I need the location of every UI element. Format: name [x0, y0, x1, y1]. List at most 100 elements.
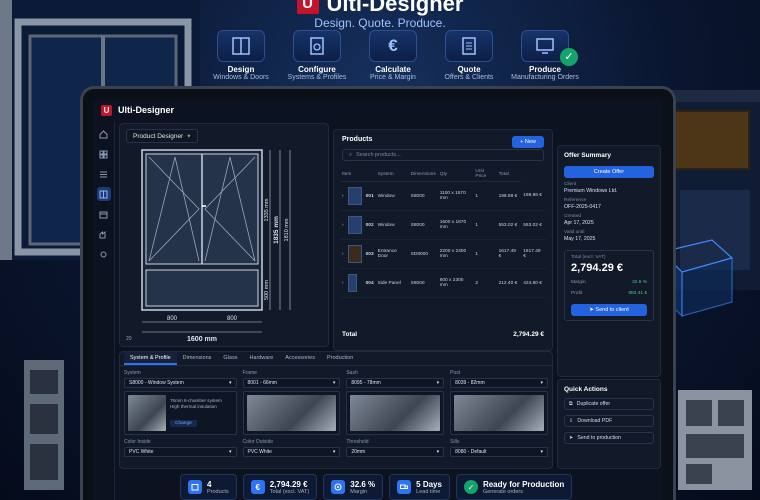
summary-total-box: Total (excl. VAT) 2,794.29 € Margin 32.6 … [564, 250, 654, 321]
profile-image [128, 395, 166, 431]
download-icon: ⇩ [569, 418, 574, 424]
step-quote: Quote Offers & Clients [434, 30, 504, 81]
dim-left-width: 800 [167, 316, 178, 322]
duplicate-offer-button[interactable]: ⧉ Duplicate offer [564, 398, 654, 410]
production-icon[interactable] [97, 227, 111, 241]
copy-icon: ⧉ [569, 400, 573, 407]
step-subtitle: Windows & Doors [213, 74, 269, 81]
search-icon: ⌕ [349, 151, 353, 158]
sash-preview [346, 391, 445, 435]
table-row[interactable]: › 003 Entrance Door SD8000 2200 x 2300 m… [340, 239, 546, 269]
new-product-button[interactable]: + New [512, 136, 544, 148]
tab-accessories[interactable]: Accessories [279, 352, 321, 365]
designer-icon[interactable] [96, 187, 111, 201]
check-circle-icon: ✓ [560, 48, 578, 66]
chevron-down-icon: ▾ [187, 133, 191, 140]
window-icon [232, 37, 250, 55]
step-design: Design Windows & Doors [206, 30, 276, 81]
step-title: Design [227, 65, 255, 74]
check-circle-icon: ✓ [463, 480, 478, 494]
color-inside-select[interactable]: PVC White ▾ [124, 447, 237, 457]
margin-value: 32.6 % [632, 280, 647, 285]
tab-system-profile[interactable]: System & Profile [124, 352, 177, 365]
color-outside-select[interactable]: PVC White ▾ [242, 447, 341, 457]
dim-total-height: 1835 mm [273, 216, 280, 244]
step-subtitle: Price & Margin [370, 74, 416, 81]
step-subtitle: Systems & Profiles [287, 74, 347, 81]
product-designer-panel: Product Designer ▾ 800 800 1600 mm 1335 … [119, 123, 329, 347]
threshold-select[interactable]: 20mm ▾ [346, 447, 445, 457]
search-placeholder: Search products... [356, 152, 401, 158]
valid-until-value: May 17, 2025 [564, 236, 596, 242]
background-profile-section [678, 390, 752, 490]
settings-icon[interactable] [97, 247, 111, 261]
app-logo: U [101, 104, 112, 116]
system-select[interactable]: S8000 - Window System ▾ [124, 378, 237, 388]
tab-production[interactable]: Production [321, 352, 359, 365]
step-title: Quote [457, 65, 481, 74]
step-subtitle: Offers & Clients [444, 74, 494, 81]
euro-icon: € [388, 36, 398, 55]
quick-actions-panel: Quick Actions ⧉ Duplicate offer ⇩ Download… [557, 379, 661, 469]
config-tabs: System & Profile Dimensions Glass Hardwa… [120, 352, 552, 366]
dim-right-width: 800 [227, 316, 238, 322]
product-thumbnail [347, 187, 362, 205]
tab-glass[interactable]: Glass [217, 352, 243, 365]
system-description: 76mm 6-chamber system High thermal insul… [170, 397, 222, 410]
dropdown-label: Product Designer [133, 132, 184, 140]
products-table: Item System Dimensions Qty Unit Price To… [340, 167, 546, 298]
kpi-ready: ✓ Ready for Production Generate orders [455, 474, 573, 500]
table-header: Item System Dimensions Qty Unit Price To… [340, 167, 546, 182]
home-icon[interactable] [97, 127, 111, 141]
search-input[interactable]: ⌕ Search products... [342, 149, 544, 161]
download-pdf-button[interactable]: ⇩ Download PDF [564, 415, 654, 427]
product-thumbnail [347, 245, 362, 263]
laptop-frame: U Ulti-Designer Product Designer ▾ 800 8… [80, 86, 676, 500]
step-subtitle: Manufacturing Orders [511, 74, 579, 81]
app-screen: U Ulti-Designer Product Designer ▾ 800 8… [93, 99, 663, 500]
kpi-strip: 4 Products € 2,794.29 € Total (excl. VAT) … [180, 474, 573, 500]
euro-icon: € [250, 480, 265, 494]
step-calculate: € Calculate Price & Margin [358, 30, 428, 81]
post-select[interactable]: 8039 - 82mm ▾ [450, 378, 548, 388]
table-row[interactable]: › 004 Side Panel S8000 600 x 2300 mm 2 2… [340, 268, 546, 298]
window-drawing[interactable]: 800 800 1600 mm 1335 mm 500 mm 1835 mm 1… [120, 144, 328, 344]
brand-header: U Ulti-Designer Design. Quote. Produce. [0, 0, 760, 30]
quick-actions-title: Quick Actions [564, 386, 608, 393]
sidebar-rail [93, 121, 115, 500]
post-preview [450, 391, 548, 435]
dim-upper-height: 1335 mm [264, 198, 270, 221]
step-configure: Configure Systems & Profiles [282, 30, 352, 81]
step-title: Configure [298, 65, 336, 74]
box-icon[interactable] [97, 207, 111, 221]
product-designer-dropdown[interactable]: Product Designer ▾ [126, 129, 198, 143]
send-icon: ➤ [569, 435, 574, 441]
workflow-steps: Design Windows & Doors Configure Systems… [206, 30, 580, 81]
frame-select[interactable]: 8001 - 66mm ▾ [242, 378, 341, 388]
tab-hardware[interactable]: Hardware [243, 352, 279, 365]
table-row[interactable]: › 002 Window S8000 1600 x 1870 mm 1 553.… [340, 210, 546, 240]
dim-total-width: 1600 mm [187, 336, 217, 343]
send-to-client-button[interactable]: ➤ Send to client [571, 304, 647, 316]
create-offer-button[interactable]: Create Offer [564, 166, 654, 178]
dim-sash-height: 1810 mm [284, 218, 290, 241]
sills-select[interactable]: 8080 - Default ▾ [450, 447, 548, 457]
offer-summary-panel: Offer Summary Create Offer Client Premium… [557, 145, 661, 377]
configuration-panel: System & Profile Dimensions Glass Hardwa… [119, 351, 553, 469]
calendar-icon [188, 480, 202, 494]
sash-select[interactable]: 8095 - 78mm ▾ [346, 378, 445, 388]
zoom-level: 20 [126, 336, 132, 342]
products-total: Total 2,794.29 € [342, 331, 544, 338]
summary-total: 2,794.29 € [571, 262, 623, 274]
summary-title: Offer Summary [564, 152, 611, 159]
target-icon [331, 480, 346, 494]
kpi-products: 4 Products [180, 474, 237, 500]
send-to-production-button[interactable]: ➤ Send to production [564, 432, 654, 444]
change-system-button[interactable]: Change [170, 419, 197, 427]
tab-dimensions[interactable]: Dimensions [177, 352, 218, 365]
table-row[interactable]: › 001 Window S8000 1100 x 1570 mm 1 198.… [340, 181, 546, 211]
gear-doc-icon [310, 37, 324, 55]
grid-icon[interactable] [97, 147, 111, 161]
system-preview: 76mm 6-chamber system High thermal insul… [124, 391, 237, 435]
list-icon[interactable] [97, 167, 111, 181]
